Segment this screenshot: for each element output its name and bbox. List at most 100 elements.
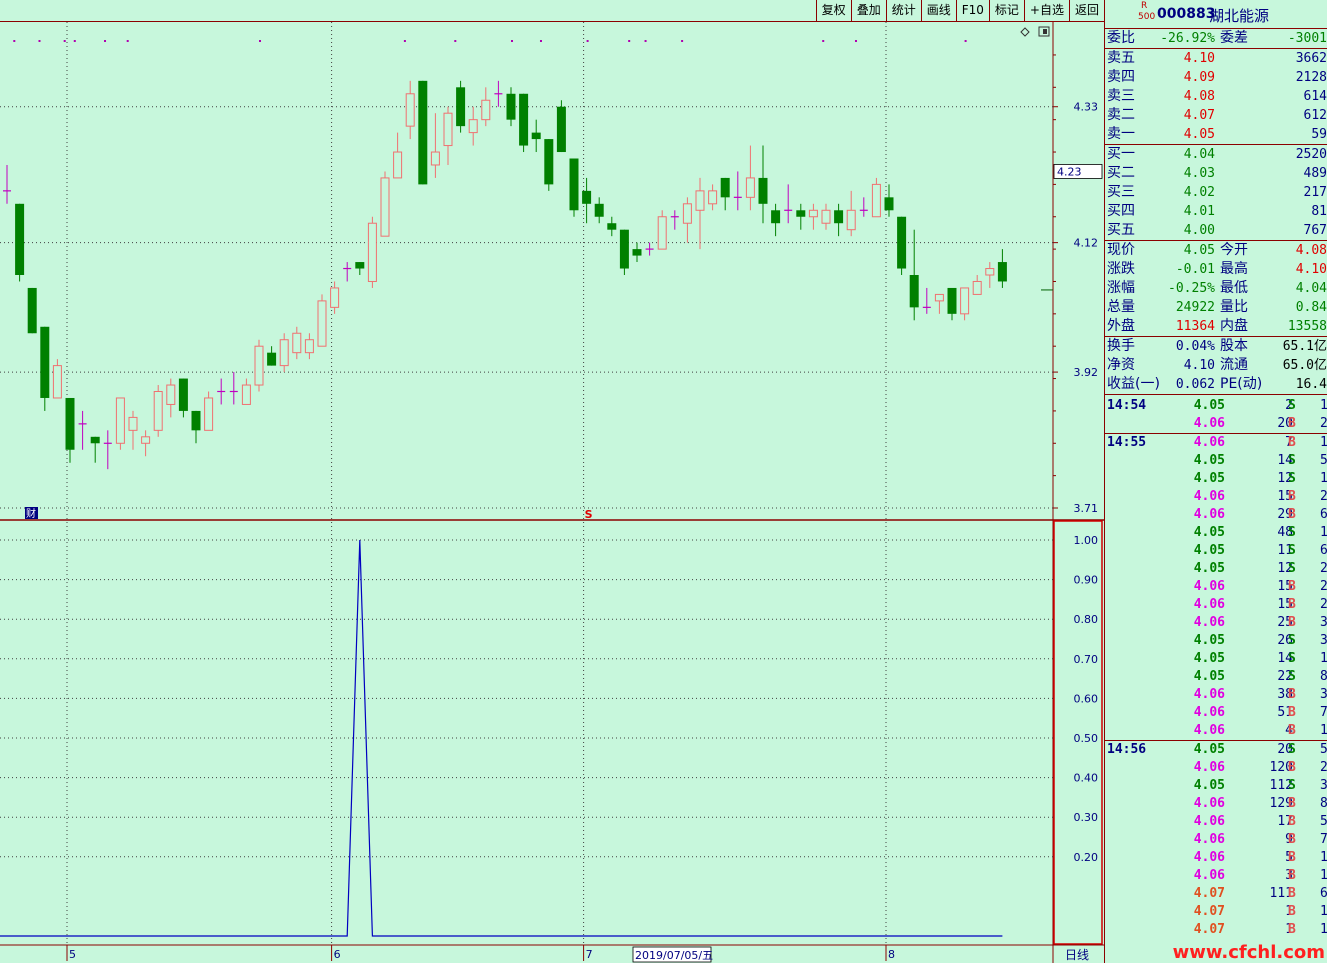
stock-name: 湖北能源 xyxy=(1209,7,1270,25)
signal-dot xyxy=(13,40,16,42)
tick-count: 5 xyxy=(1320,813,1327,831)
adjust-rights-button[interactable]: 复权 xyxy=(815,0,851,21)
signal-dot xyxy=(104,40,107,42)
candle-body xyxy=(241,384,251,405)
tick-direction: B xyxy=(1288,868,1296,883)
buy-level-volume: 217 xyxy=(1303,185,1327,200)
candle-body xyxy=(141,436,151,444)
tick-direction: S xyxy=(1288,543,1296,558)
candle-body xyxy=(972,280,982,295)
toolbar-buttons: 复权 叠加 统计 画线 F10 标记 +自选 返回 xyxy=(815,0,1104,21)
tick-direction: B xyxy=(1288,597,1296,612)
tick-price: 4.05 xyxy=(1193,543,1225,558)
kline-chart[interactable]: 4.33 4.12 3.92 3.71 4.23 1.00 0.90 0.80 0.70 0.60… xyxy=(0,22,1104,963)
candle-body xyxy=(279,339,289,367)
finance-label-2: PE(动) xyxy=(1220,376,1263,392)
tick-price: 4.06 xyxy=(1193,507,1225,522)
cursor-date-label: 2019/07/05/五 xyxy=(635,949,713,962)
buy-level-label: 买二 xyxy=(1107,165,1135,181)
sell-level-volume: 612 xyxy=(1303,108,1327,123)
signal-dot xyxy=(259,40,261,42)
signal-dot xyxy=(403,40,406,42)
candle-body xyxy=(682,203,692,224)
sell-level-row: 卖四 4.09 2128 xyxy=(1105,68,1327,87)
add-watchlist-button[interactable]: +自选 xyxy=(1023,0,1069,21)
tick-count: 1 xyxy=(1320,650,1327,668)
indicator-tick-label: 0.60 xyxy=(1074,692,1099,705)
candle-body xyxy=(846,209,856,231)
tick-price: 4.06 xyxy=(1193,435,1225,450)
buy-level-row: 买二 4.03 489 xyxy=(1105,164,1327,183)
tick-time: 14:56 xyxy=(1107,742,1147,757)
finance-marker: 财 xyxy=(26,507,36,520)
back-button[interactable]: 返回 xyxy=(1068,0,1104,21)
tick-row: 4.063B1 xyxy=(1105,867,1327,885)
stock-code: 000883 xyxy=(1157,6,1216,22)
quote-label: 涨幅 xyxy=(1107,280,1135,296)
sell-level-volume: 2128 xyxy=(1295,70,1327,85)
candle-body xyxy=(317,300,327,347)
tick-price: 4.06 xyxy=(1193,760,1225,775)
tick-direction: B xyxy=(1288,705,1296,720)
tick-price: 4.06 xyxy=(1193,597,1225,612)
candle-body xyxy=(657,216,667,250)
tick-row: 4.0620B2 xyxy=(1105,415,1327,433)
tick-price: 4.06 xyxy=(1193,796,1225,811)
statistics-button[interactable]: 统计 xyxy=(885,0,921,21)
tick-row: 4.0526S3 xyxy=(1105,632,1327,650)
quote-row: 涨跌 -0.01 最高 4.10 xyxy=(1105,260,1327,279)
tick-direction: B xyxy=(1288,760,1296,775)
signal-dot xyxy=(586,40,589,42)
tick-row: 4.065B1 xyxy=(1105,849,1327,867)
quote-value-2: 4.04 xyxy=(1295,281,1327,296)
tick-direction: B xyxy=(1288,507,1296,522)
tick-direction: B xyxy=(1288,796,1296,811)
signal-dot xyxy=(63,40,66,42)
x-axis-label: 6 xyxy=(334,948,341,961)
signal-dot xyxy=(38,40,41,42)
sell-level-price: 4.09 xyxy=(1183,70,1215,85)
tick-count: 8 xyxy=(1320,795,1327,813)
overlay-button[interactable]: 叠加 xyxy=(850,0,886,21)
buy-level-label: 买三 xyxy=(1107,184,1135,200)
sell-level-label: 卖四 xyxy=(1107,69,1135,85)
quote-value-2: 4.08 xyxy=(1295,243,1327,258)
margin-marker: R xyxy=(1141,1,1148,11)
window-icon-inner xyxy=(1043,29,1047,34)
mark-button[interactable]: 标记 xyxy=(988,0,1024,21)
candle-body xyxy=(556,106,566,153)
tick-direction: S xyxy=(1288,742,1296,757)
candle-body xyxy=(52,365,62,399)
candle-body xyxy=(884,197,894,211)
tick-direction: S xyxy=(1288,453,1296,468)
candle-body xyxy=(481,99,491,121)
finance-stats: 换手 0.04% 股本 65.1亿 净资 4.10 流通 65.0亿 收益(一) 0.062 PE(… xyxy=(1105,337,1327,395)
tick-row: 4.0512S2 xyxy=(1105,560,1327,578)
draw-line-button[interactable]: 画线 xyxy=(920,0,956,21)
tick-count: 19 xyxy=(1320,524,1327,542)
candle-body xyxy=(393,151,403,179)
signal-dot xyxy=(964,40,967,42)
x-axis-label: 5 xyxy=(69,948,76,961)
quote-label-2: 最高 xyxy=(1220,261,1248,277)
tick-count: 8 xyxy=(1320,668,1327,686)
signal-dot xyxy=(644,40,647,42)
f10-button[interactable]: F10 xyxy=(955,0,989,21)
quote-stats: 现价 4.05 今开 4.08 涨跌 -0.01 最高 4.10 涨幅 -0.25% 最低 4.04 总… xyxy=(1105,241,1327,337)
tick-price: 4.05 xyxy=(1193,398,1225,413)
tick-list[interactable]: 14:544.052S14.0620B214:554.067B14.0514S5… xyxy=(1105,395,1327,939)
tick-count: 3 xyxy=(1320,686,1327,704)
tick-count: 1 xyxy=(1320,434,1327,452)
quote-row: 总量 24922 量比 0.84 xyxy=(1105,298,1327,317)
price-tick-label: 4.12 xyxy=(1074,237,1099,250)
diff-value: -3001 xyxy=(1287,31,1327,46)
tick-row: 14:544.052S1 xyxy=(1105,397,1327,415)
finance-label: 换手 xyxy=(1107,338,1135,354)
finance-row: 净资 4.10 流通 65.0亿 xyxy=(1105,356,1327,375)
quote-label: 现价 xyxy=(1107,242,1135,258)
candle-body xyxy=(758,177,768,204)
tick-price: 4.05 xyxy=(1193,453,1225,468)
tick-direction: S xyxy=(1288,633,1296,648)
buy-level-price: 4.03 xyxy=(1183,166,1215,181)
tick-row: 4.0514S1 xyxy=(1105,650,1327,668)
